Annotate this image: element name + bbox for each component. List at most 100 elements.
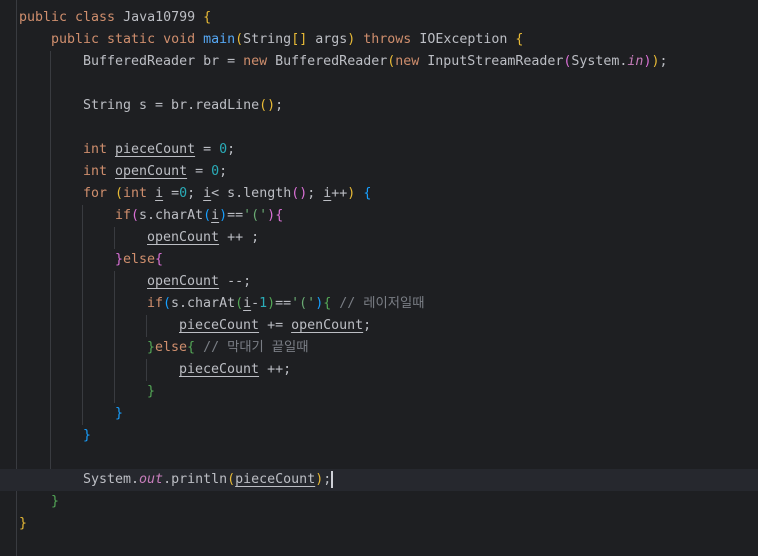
code-token: s.charAt xyxy=(139,208,204,223)
code-token: { xyxy=(155,252,164,267)
code-token: i xyxy=(211,208,220,223)
code-token: InputStreamReader xyxy=(427,54,564,69)
code-token: for xyxy=(83,186,116,201)
code-token: ( xyxy=(235,296,244,311)
code-token: ) xyxy=(267,208,276,223)
code-line[interactable]: pieceCount ++; xyxy=(179,359,291,381)
code-token: ( xyxy=(235,32,244,47)
code-token: } xyxy=(147,340,156,355)
code-token: ; xyxy=(323,472,332,487)
code-line[interactable]: pieceCount += openCount; xyxy=(179,315,371,337)
code-token: pieceCount xyxy=(179,318,260,333)
code-token: ; xyxy=(363,318,372,333)
code-token: openCount xyxy=(147,230,220,245)
code-token: new xyxy=(243,54,276,69)
code-comment: // 막대기 끝일때 xyxy=(195,340,309,355)
code-token: BufferedReader xyxy=(275,54,388,69)
code-token: ++; xyxy=(259,362,292,377)
code-token: int xyxy=(83,142,116,157)
code-token: if xyxy=(147,296,164,311)
code-token: int xyxy=(123,186,156,201)
code-token: s.charAt xyxy=(171,296,236,311)
code-token: String xyxy=(243,32,292,47)
code-line[interactable]: for (int i =0; i< s.length(); i++) { xyxy=(83,183,371,205)
code-token: ++ xyxy=(331,186,348,201)
code-line[interactable]: } xyxy=(19,513,27,535)
code-token: == xyxy=(227,208,244,223)
code-token: i xyxy=(155,186,164,201)
code-token: 1 xyxy=(259,296,268,311)
code-token: ( xyxy=(115,186,124,201)
code-token: () xyxy=(259,98,276,113)
code-line[interactable]: } xyxy=(147,381,155,403)
code-token: { xyxy=(187,340,196,355)
code-token: = xyxy=(187,164,212,179)
code-line[interactable]: String s = br.readLine(); xyxy=(83,95,283,117)
code-line[interactable]: } xyxy=(115,403,123,425)
code-token: pieceCount xyxy=(235,472,316,487)
code-token: int xyxy=(83,164,116,179)
code-token: main xyxy=(203,32,236,47)
code-token: IOException xyxy=(419,32,516,47)
indent-guide xyxy=(146,315,147,337)
indent-guide xyxy=(82,205,83,425)
code-token: } xyxy=(83,428,92,443)
code-line[interactable]: public static void main(String[] args) t… xyxy=(51,29,523,51)
code-token: .println xyxy=(163,472,228,487)
code-line[interactable]: if(s.charAt(i-1)=='('){ // 레이저일때 xyxy=(147,293,424,315)
code-token: { xyxy=(203,10,212,25)
code-token: } xyxy=(115,406,124,421)
code-token: String s = br.readLine xyxy=(83,98,260,113)
code-token: - xyxy=(251,296,260,311)
code-comment: // 레이저일때 xyxy=(331,296,425,311)
code-token: ( xyxy=(227,472,236,487)
code-line[interactable]: System.out.println(pieceCount); xyxy=(83,469,334,491)
code-line[interactable]: }else{ // 막대기 끝일때 xyxy=(147,337,309,359)
code-token: ; xyxy=(659,54,668,69)
code-token: openCount xyxy=(115,164,188,179)
code-line[interactable]: int pieceCount = 0; xyxy=(83,139,235,161)
indent-guide xyxy=(114,227,115,249)
code-line[interactable]: public class Java10799 { xyxy=(19,7,211,29)
code-token: args xyxy=(307,32,348,47)
code-token: < s.length xyxy=(211,186,292,201)
code-token: ( xyxy=(203,208,212,223)
code-token: i xyxy=(243,296,252,311)
code-token: else xyxy=(155,340,188,355)
code-token: } xyxy=(19,516,28,531)
code-token: ) xyxy=(219,208,228,223)
code-line[interactable]: openCount ++ ; xyxy=(147,227,259,249)
indent-guide xyxy=(114,271,115,403)
code-token: } xyxy=(147,384,156,399)
code-token: ; xyxy=(307,186,324,201)
code-token: BufferedReader br = xyxy=(83,54,244,69)
code-token: } xyxy=(51,494,60,509)
code-token: in xyxy=(627,54,644,69)
code-token: throws xyxy=(355,32,420,47)
code-token: public class xyxy=(19,10,124,25)
code-token: pieceCount xyxy=(179,362,260,377)
code-token: openCount xyxy=(147,274,220,289)
code-token: () xyxy=(291,186,308,201)
code-token: { xyxy=(363,186,372,201)
code-token: 0 xyxy=(211,164,220,179)
code-line[interactable]: int openCount = 0; xyxy=(83,161,227,183)
code-token: ) xyxy=(267,296,276,311)
code-token: } xyxy=(115,252,124,267)
code-token: ( xyxy=(163,296,172,311)
code-editor[interactable]: public class Java10799 {public static vo… xyxy=(0,0,758,556)
code-line[interactable]: BufferedReader br = new BufferedReader(n… xyxy=(83,51,667,73)
code-token: Java10799 xyxy=(123,10,204,25)
code-line[interactable]: if(s.charAt(i)=='('){ xyxy=(115,205,283,227)
code-token: 0 xyxy=(179,186,188,201)
code-line[interactable]: }else{ xyxy=(115,249,163,271)
code-token: { xyxy=(515,32,524,47)
code-line[interactable]: openCount --; xyxy=(147,271,251,293)
code-line[interactable]: } xyxy=(83,425,91,447)
code-token: = xyxy=(195,142,220,157)
code-token: += xyxy=(259,318,292,333)
code-token: ; xyxy=(275,98,284,113)
code-line[interactable]: } xyxy=(51,491,59,513)
code-token: new xyxy=(395,54,428,69)
code-token: else xyxy=(123,252,156,267)
